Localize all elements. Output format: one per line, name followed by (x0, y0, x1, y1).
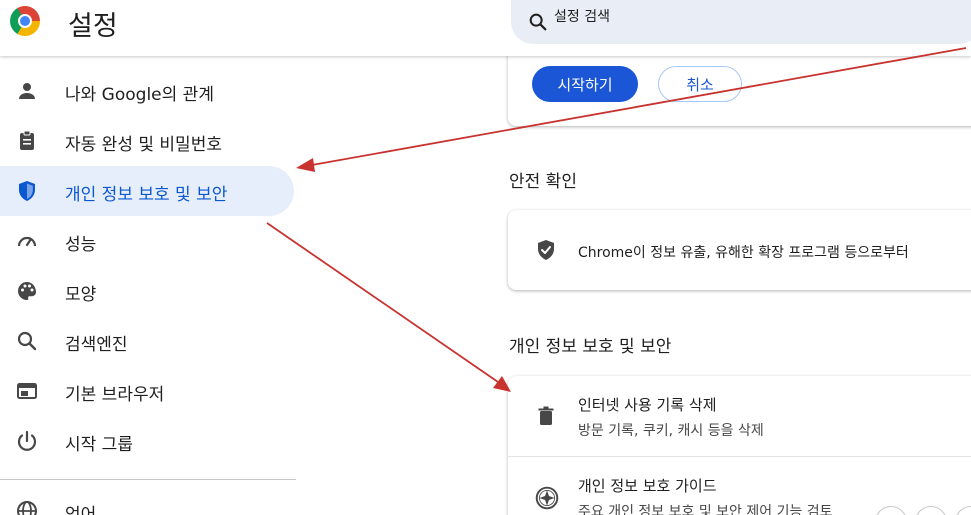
sidebar-item-label: 언어 (65, 505, 97, 515)
sidebar-item-label: 성능 (65, 235, 97, 255)
privacy-guide-row[interactable]: 개인 정보 보호 가이드 주요 개인 정보 보호 및 보안 제어 기능 검토 (508, 457, 971, 515)
sidebar-item-search-engine[interactable]: 검색엔진 (0, 316, 294, 366)
section-title-safety-check: 안전 확인 (509, 172, 577, 192)
shield-icon (15, 179, 39, 203)
row-description: 주요 개인 정보 보호 및 보안 제어 기능 검토 (578, 504, 833, 515)
sidebar-item-label: 기본 브라우저 (65, 385, 165, 405)
sidebar-item-privacy[interactable]: 개인 정보 보호 및 보안 (0, 166, 294, 216)
sidebar-item-autofill[interactable]: 자동 완성 및 비밀번호 (0, 116, 294, 166)
clear-browsing-data-row[interactable]: 인터넷 사용 기록 삭제 방문 기록, 쿠키, 캐시 등을 삭제 (508, 376, 971, 457)
sidebar-item-appearance[interactable]: 모양 (0, 266, 294, 316)
row-title: 인터넷 사용 기록 삭제 (578, 396, 717, 414)
sidebar-item-label: 개인 정보 보호 및 보안 (65, 185, 228, 205)
sidebar-item-performance[interactable]: 성능 (0, 216, 294, 266)
safety-check-card[interactable]: Chrome이 정보 유출, 유해한 확장 프로그램 등으로부터 (508, 210, 971, 290)
section-title-privacy: 개인 정보 보호 및 보안 (509, 337, 672, 357)
browser-icon (15, 379, 39, 403)
cancel-button[interactable]: 취소 (658, 66, 742, 102)
sidebar-item-label: 시작 그룹 (65, 435, 133, 455)
privacy-card: 인터넷 사용 기록 삭제 방문 기록, 쿠키, 캐시 등을 삭제 개인 정보 보… (508, 376, 971, 515)
safety-check-text: Chrome이 정보 유출, 유해한 확장 프로그램 등으로부터 (578, 245, 909, 261)
search-icon (15, 329, 39, 353)
globe-icon (15, 499, 39, 515)
search-input[interactable] (554, 9, 954, 25)
search-box[interactable] (511, 0, 971, 44)
shield-check-icon (534, 238, 558, 266)
sidebar-item-label: 자동 완성 및 비밀번호 (65, 135, 222, 155)
sidebar-item-languages[interactable]: 언어 (0, 486, 294, 515)
sidebar-item-label: 모양 (65, 285, 97, 305)
sidebar-item-label: 검색엔진 (65, 335, 128, 355)
sidebar-item-you-and-google[interactable]: 나와 Google의 관계 (0, 66, 294, 116)
power-icon (15, 429, 39, 453)
palette-icon (15, 279, 39, 303)
speedometer-icon (15, 229, 39, 253)
get-started-button[interactable]: 시작하기 (532, 66, 638, 102)
row-title: 개인 정보 보호 가이드 (578, 477, 717, 495)
sidebar: 나와 Google의 관계 자동 완성 및 비밀번호 개인 정보 보호 및 보안… (0, 56, 300, 515)
trash-icon (534, 404, 558, 432)
sidebar-divider (0, 479, 296, 480)
person-icon (15, 79, 39, 103)
row-description: 방문 기록, 쿠키, 캐시 등을 삭제 (578, 423, 764, 439)
clipboard-icon (15, 129, 39, 153)
compass-icon (534, 485, 560, 515)
chrome-logo (10, 6, 40, 36)
sidebar-item-default-browser[interactable]: 기본 브라우저 (0, 366, 294, 416)
page-title: 설정 (68, 11, 118, 42)
sidebar-item-label: 나와 Google의 관계 (65, 85, 214, 105)
header: 설정 (0, 0, 971, 56)
sidebar-item-on-startup[interactable]: 시작 그룹 (0, 416, 294, 466)
main-content: 시작하기 취소 안전 확인 Chrome이 정보 유출, 유해한 확장 프로그램… (300, 36, 971, 515)
search-icon (527, 11, 549, 37)
